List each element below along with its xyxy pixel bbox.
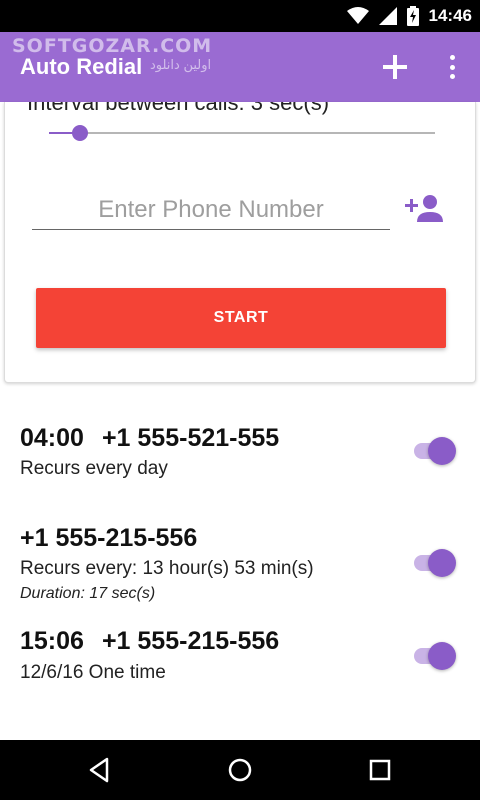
- start-button[interactable]: START: [36, 288, 446, 348]
- home-icon: [228, 758, 252, 782]
- schedule-number: +1 555-521-555: [101, 424, 280, 452]
- schedule-title: 04:00 +1 555-521-555: [20, 424, 279, 453]
- schedule-number: +1 555-215-556: [20, 524, 198, 552]
- interval-label: Interval between calls: 3 sec(s): [27, 102, 330, 115]
- status-time: 14:46: [428, 6, 472, 25]
- overflow-menu-button[interactable]: [440, 52, 464, 82]
- more-vert-icon: [449, 55, 455, 60]
- interval-slider-thumb[interactable]: [71, 125, 88, 141]
- schedule-toggle[interactable]: [414, 549, 458, 577]
- add-schedule-button[interactable]: [378, 50, 412, 84]
- schedule-recurrence: Recurs every day: [20, 458, 168, 479]
- schedule-time: 15:06: [20, 627, 84, 655]
- schedule-duration: Duration: 17 sec(s): [20, 585, 156, 602]
- watermark-subtitle: اولین دانلود: [150, 57, 212, 72]
- battery-charging-icon: [406, 6, 419, 26]
- schedule-recurrence: Recurs every: 13 hour(s) 53 min(s): [20, 558, 314, 579]
- back-icon: [89, 757, 109, 783]
- wifi-icon: [346, 7, 369, 24]
- schedule-toggle[interactable]: [414, 642, 458, 670]
- app-bar: SOFTGOZAR.COM اولین دانلود Auto Redial: [0, 32, 480, 102]
- home-button[interactable]: [225, 755, 255, 785]
- status-bar: 14:46: [0, 0, 480, 32]
- schedule-toggle[interactable]: [414, 437, 458, 465]
- schedule-recurrence: 12/6/16 One time: [20, 662, 166, 683]
- phone-number-input[interactable]: [32, 190, 390, 230]
- schedule-time: 04:00: [20, 424, 84, 452]
- schedule-title: 15:06 +1 555-215-556: [20, 627, 279, 656]
- person-add-icon: [405, 195, 443, 222]
- app-title: Auto Redial: [20, 54, 143, 79]
- status-icons: 14:46: [346, 0, 472, 32]
- schedule-number: +1 555-215-556: [101, 627, 280, 655]
- redial-form-card: Interval between calls: 3 sec(s) START: [4, 102, 476, 383]
- toggle-thumb: [428, 642, 456, 670]
- toggle-thumb: [428, 437, 456, 465]
- add-contact-button[interactable]: [405, 194, 445, 224]
- schedule-title: +1 555-215-556: [20, 524, 197, 553]
- add-icon: [383, 55, 407, 79]
- recents-button[interactable]: [365, 755, 395, 785]
- recents-icon: [369, 759, 391, 781]
- navigation-bar: [0, 740, 480, 800]
- signal-icon: [378, 7, 397, 25]
- toggle-thumb: [428, 549, 456, 577]
- back-button[interactable]: [85, 755, 115, 785]
- interval-slider-track[interactable]: [49, 132, 435, 134]
